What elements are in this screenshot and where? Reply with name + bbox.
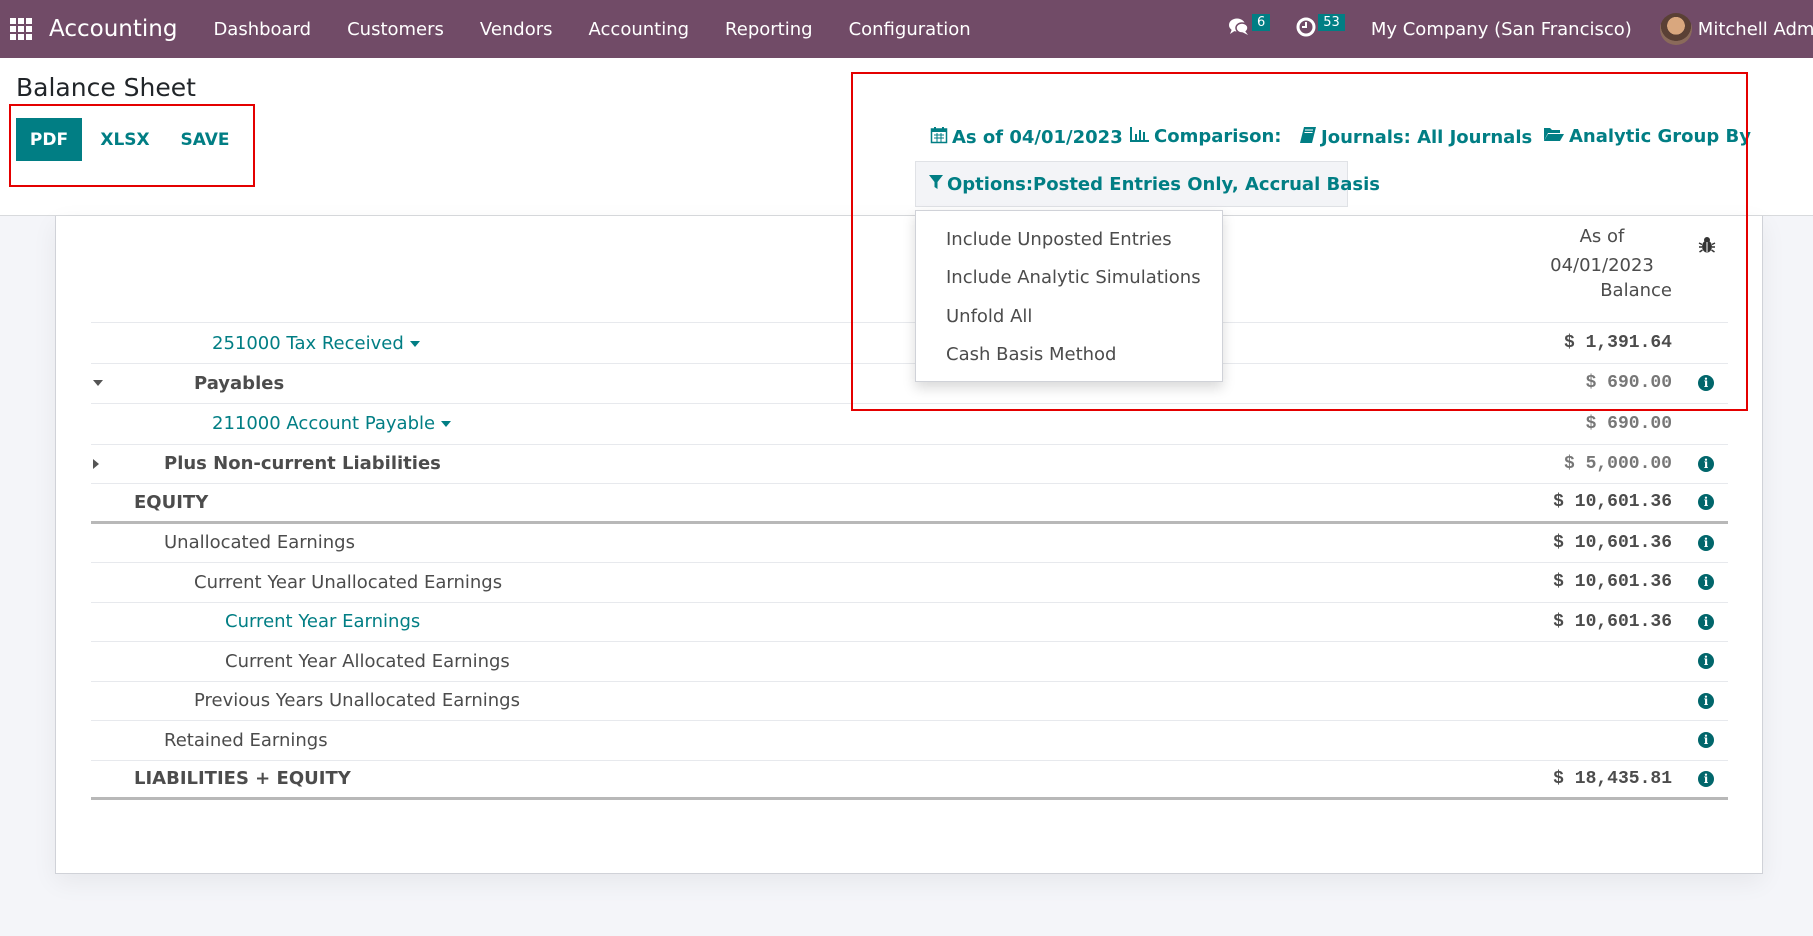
apps-menu-icon[interactable] [10, 18, 32, 40]
option-cash-basis-method[interactable]: Cash Basis Method [916, 336, 1222, 375]
info-icon[interactable]: i [1698, 692, 1714, 709]
menu-accounting[interactable]: Accounting [589, 19, 690, 40]
row-amount: $ 690.00 [1585, 373, 1672, 394]
info-icon[interactable]: i [1698, 574, 1714, 591]
row-amount: $ 690.00 [1585, 413, 1672, 434]
row-label: Payables [194, 372, 285, 394]
bar-chart-icon [1130, 126, 1154, 147]
activities-button[interactable]: 53 [1296, 13, 1345, 41]
info-icon[interactable]: i [1698, 534, 1714, 551]
table-row: LIABILITIES + EQUITY $ 18,435.81 i [91, 761, 1728, 800]
messages-count-badge: 6 [1252, 13, 1271, 31]
caret-down-icon[interactable] [93, 380, 103, 387]
user-avatar[interactable] [1659, 13, 1692, 45]
folder-open-icon [1543, 126, 1569, 147]
date-filter[interactable]: As of 04/01/2023 [930, 126, 1123, 149]
bug-icon[interactable] [1698, 236, 1716, 258]
account-line-label[interactable]: 251000 Tax Received [212, 333, 420, 354]
row-label: Retained Earnings [164, 729, 328, 751]
option-unfold-all[interactable]: Unfold All [916, 297, 1222, 336]
filter-icon [929, 174, 947, 195]
info-icon[interactable]: i [1698, 455, 1714, 472]
row-label: EQUITY [134, 491, 209, 513]
comparison-filter-label: Comparison: [1154, 126, 1282, 147]
account-menu-caret-icon[interactable] [441, 421, 452, 427]
table-row: Current Year Allocated Earnings i [91, 642, 1728, 682]
options-dropdown-menu: Include Unposted Entries Include Analyti… [915, 210, 1223, 382]
journals-filter-label: Journals: All Journals [1321, 127, 1533, 148]
table-body: 251000 Tax Received $ 1,391.64 Payables $ 6… [91, 323, 1728, 800]
activities-count-badge: 53 [1318, 13, 1345, 31]
row-label: Current Year Allocated Earnings [225, 650, 510, 672]
journals-filter[interactable]: Journals: All Journals [1299, 126, 1532, 149]
row-label: Current Year Unallocated Earnings [194, 571, 503, 593]
info-icon[interactable]: i [1698, 375, 1714, 392]
menu-reporting[interactable]: Reporting [725, 19, 813, 40]
table-row: Plus Non-current Liabilities $ 5,000.00 i [91, 445, 1728, 484]
info-icon[interactable]: i [1698, 732, 1714, 749]
balance-sheet-table: As of 04/01/2023 Balance 251000 Tax Rece… [91, 216, 1728, 800]
messages-button[interactable]: 6 [1228, 13, 1271, 41]
company-switcher[interactable]: My Company (San Francisco) [1371, 19, 1632, 40]
caret-right-icon[interactable] [93, 458, 99, 469]
xlsx-button[interactable]: XLSX [90, 118, 160, 161]
book-icon [1299, 126, 1321, 149]
clock-icon [1296, 17, 1316, 41]
app-name[interactable]: Accounting [49, 16, 177, 42]
page-title: Balance Sheet [16, 73, 196, 102]
row-amount: $ 10,601.36 [1553, 572, 1672, 593]
top-navbar: Accounting Dashboard Customers Vendors A… [0, 0, 1813, 58]
user-menu[interactable]: Mitchell Admi [1698, 19, 1813, 40]
row-amount: $ 10,601.36 [1553, 532, 1672, 553]
table-row: Current Year Earnings $ 10,601.36 i [91, 603, 1728, 642]
options-filter-label: Options:Posted Entries Only, Accrual Bas… [947, 173, 1380, 195]
report-card: As of 04/01/2023 Balance 251000 Tax Rece… [55, 216, 1763, 874]
date-filter-label: As of 04/01/2023 [952, 127, 1123, 148]
table-row: 211000 Account Payable $ 690.00 [91, 404, 1728, 445]
row-amount: $ 5,000.00 [1563, 453, 1672, 474]
table-row: Previous Years Unallocated Earnings i [91, 682, 1728, 721]
calendar-icon [930, 126, 952, 149]
table-row: Retained Earnings i [91, 721, 1728, 761]
menu-configuration[interactable]: Configuration [849, 19, 971, 40]
table-row: Unallocated Earnings $ 10,601.36 i [91, 524, 1728, 563]
info-icon[interactable]: i [1698, 653, 1714, 670]
info-icon[interactable]: i [1698, 494, 1714, 511]
save-button[interactable]: SAVE [170, 118, 240, 161]
table-row: 251000 Tax Received $ 1,391.64 [91, 323, 1728, 364]
table-row: EQUITY $ 10,601.36 i [91, 484, 1728, 524]
row-amount: $ 18,435.81 [1553, 768, 1672, 789]
analytic-group-by-filter[interactable]: Analytic Group By [1543, 126, 1751, 147]
row-label: Plus Non-current Liabilities [164, 453, 441, 475]
row-label[interactable]: Current Year Earnings [225, 611, 420, 632]
row-label: Previous Years Unallocated Earnings [194, 690, 520, 712]
menu-vendors[interactable]: Vendors [480, 19, 553, 40]
row-amount: $ 10,601.36 [1553, 611, 1672, 632]
analytic-filter-label: Analytic Group By [1569, 126, 1751, 147]
info-icon[interactable]: i [1698, 613, 1714, 630]
row-label: Unallocated Earnings [164, 532, 355, 554]
comparison-filter[interactable]: Comparison: [1130, 126, 1282, 147]
row-label: LIABILITIES + EQUITY [134, 768, 351, 790]
option-include-unposted-entries[interactable]: Include Unposted Entries [916, 220, 1222, 259]
account-line-label[interactable]: 211000 Account Payable [212, 413, 452, 434]
column-header-balance: Balance [1600, 280, 1672, 301]
info-icon[interactable]: i [1698, 770, 1714, 787]
control-panel: Balance Sheet PDF XLSX SAVE As of 04/01/… [0, 58, 1813, 216]
menu-customers[interactable]: Customers [347, 19, 444, 40]
options-filter-button[interactable]: Options:Posted Entries Only, Accrual Bas… [915, 161, 1380, 207]
pdf-button[interactable]: PDF [16, 118, 82, 161]
option-include-analytic-simulations[interactable]: Include Analytic Simulations [916, 259, 1222, 298]
table-row: Current Year Unallocated Earnings $ 10,60… [91, 563, 1728, 603]
row-amount: $ 1,391.64 [1563, 333, 1672, 353]
chat-icon [1228, 17, 1250, 41]
table-header: As of 04/01/2023 Balance [91, 216, 1728, 323]
menu-dashboard[interactable]: Dashboard [213, 19, 311, 40]
table-row: Payables $ 690.00 i [91, 364, 1728, 404]
column-header-date: As of 04/01/2023 [1550, 226, 1654, 276]
row-amount: $ 10,601.36 [1553, 492, 1672, 513]
account-menu-caret-icon[interactable] [409, 340, 420, 347]
